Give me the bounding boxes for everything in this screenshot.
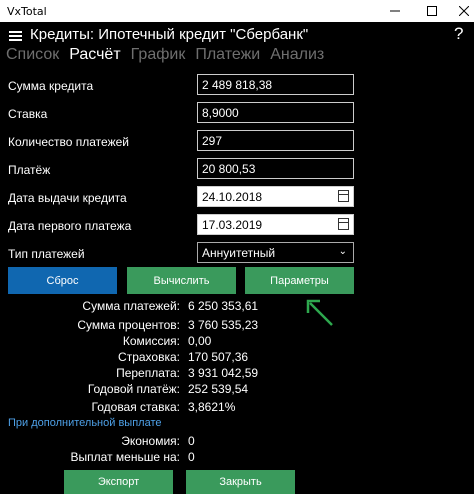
loan-amount-label: Сумма кредита — [8, 79, 94, 93]
page-title: Кредиты: Ипотечный кредит "Сбербанк" — [30, 26, 309, 43]
payment-type-select[interactable]: Аннуитетный ⌄ — [197, 242, 354, 263]
calculate-button[interactable]: Вычислить — [127, 267, 236, 294]
issue-date-picker[interactable]: 24.10.2018 — [197, 186, 354, 207]
tab-payments[interactable]: Платежи — [195, 46, 260, 68]
minimize-button[interactable] — [380, 0, 410, 22]
smaller-payment-value: 0 — [188, 450, 195, 464]
first-payment-date-label: Дата первого платежа — [8, 219, 132, 233]
payment-type-value: Аннуитетный — [202, 246, 276, 260]
annual-payment-value: 252 539,54 — [188, 382, 249, 396]
annual-rate-value: 3,8621% — [188, 400, 236, 414]
calendar-icon[interactable] — [338, 190, 349, 202]
title-bar: VxTotal — [0, 0, 474, 22]
close-icon — [459, 6, 469, 16]
tab-list[interactable]: Список — [6, 46, 59, 68]
pointer-arrow-icon — [306, 299, 333, 326]
payment-input[interactable]: 20 800,53 — [197, 158, 354, 179]
payments-count-input[interactable]: 297 — [197, 130, 354, 151]
tab-bar: Список Расчёт График Платежи Анализ — [6, 46, 334, 68]
help-icon[interactable]: ? — [454, 24, 463, 44]
annual-payment-label: Годовой платёж: — [87, 382, 180, 396]
reset-button[interactable]: Сброс — [8, 267, 117, 294]
payments-count-label: Количество платежей — [8, 135, 129, 149]
additional-payment-link[interactable]: При дополнительной выплате — [8, 417, 161, 429]
maximize-button[interactable] — [417, 0, 447, 22]
first-payment-date-picker[interactable]: 17.03.2019 — [197, 214, 354, 235]
tab-schedule[interactable]: График — [131, 46, 186, 68]
calendar-icon[interactable] — [338, 218, 349, 230]
rate-label: Ставка — [8, 107, 48, 121]
economy-label: Экономия: — [121, 434, 180, 448]
minimize-icon — [390, 10, 400, 12]
maximize-icon — [427, 6, 437, 16]
close-window-button[interactable] — [449, 0, 474, 22]
close-button[interactable]: Закрыть — [186, 470, 295, 494]
loan-amount-input[interactable]: 2 489 818,38 — [197, 74, 354, 95]
overpayment-value: 3 931 042,59 — [188, 366, 259, 380]
total-interest-label: Сумма процентов: — [77, 318, 180, 332]
annual-rate-label: Годовая ставка: — [91, 400, 180, 414]
first-payment-date-value: 17.03.2019 — [202, 218, 263, 232]
chevron-down-icon: ⌄ — [338, 246, 347, 257]
total-interest-value: 3 760 535,23 — [188, 318, 259, 332]
payment-label: Платёж — [8, 163, 51, 177]
total-payments-value: 6 250 353,61 — [188, 299, 259, 313]
app-header: Кредиты: Ипотечный кредит "Сбербанк" ? — [0, 22, 474, 48]
issue-date-value: 24.10.2018 — [202, 190, 263, 204]
commission-label: Комиссия: — [122, 334, 180, 348]
economy-value: 0 — [188, 434, 195, 448]
insurance-label: Страховка: — [118, 350, 180, 364]
hamburger-menu-icon[interactable] — [9, 31, 22, 41]
insurance-value: 170 507,36 — [188, 350, 249, 364]
payment-type-label: Тип платежей — [8, 247, 85, 261]
tab-calculation[interactable]: Расчёт — [69, 46, 120, 68]
issue-date-label: Дата выдачи кредита — [8, 191, 127, 205]
total-payments-label: Сумма платежей: — [82, 299, 180, 313]
tab-analysis[interactable]: Анализ — [270, 46, 324, 68]
commission-value: 0,00 — [188, 334, 212, 348]
smaller-payment-label: Выплат меньше на: — [70, 450, 180, 464]
rate-input[interactable]: 8,9000 — [197, 102, 354, 123]
parameters-button[interactable]: Параметры — [245, 267, 354, 294]
app-title: VxTotal — [7, 5, 47, 18]
export-button[interactable]: Экспорт — [64, 470, 173, 494]
overpayment-label: Переплата: — [116, 366, 180, 380]
